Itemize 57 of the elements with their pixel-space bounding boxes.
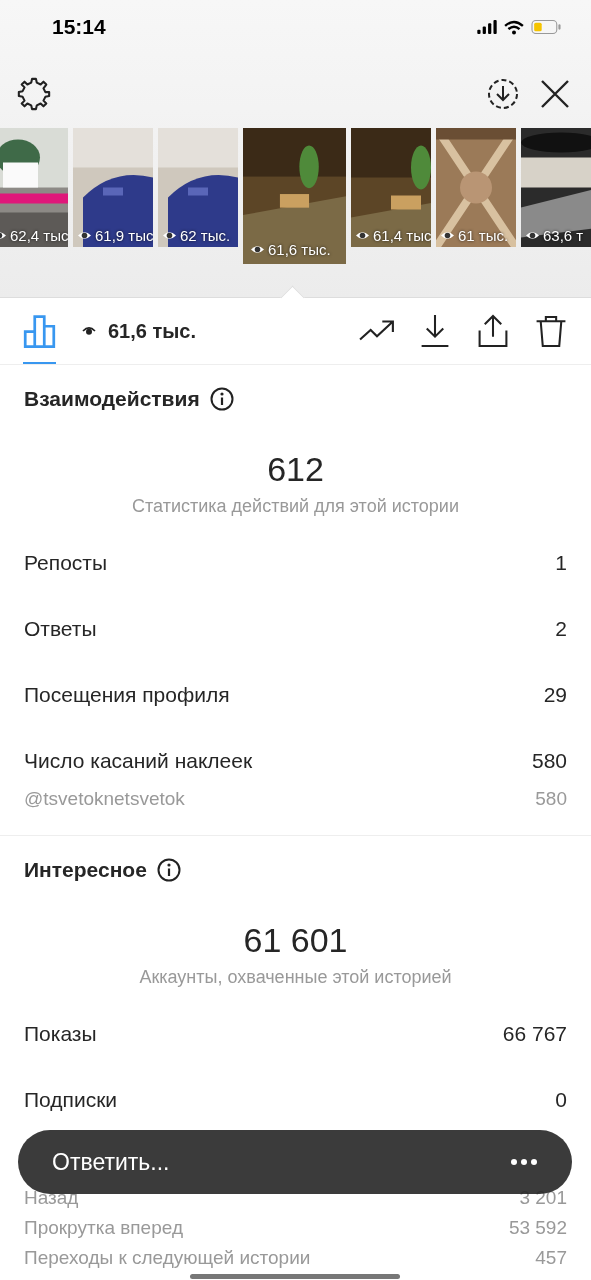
eye-icon	[440, 229, 455, 242]
metric-label: Прокрутка вперед	[24, 1217, 183, 1239]
clock-time: 15:14	[52, 15, 106, 39]
wifi-icon	[504, 19, 524, 35]
metric-value: 0	[555, 1088, 567, 1112]
story-thumbnail[interactable]: 62 тыс.	[158, 128, 238, 247]
signal-icon	[477, 20, 497, 34]
total-caption: Статистика действий для этой истории	[131, 495, 460, 517]
metric-value: 1	[555, 551, 567, 575]
metric-value: 2	[555, 617, 567, 641]
settings-icon[interactable]	[16, 76, 52, 112]
bar-chart-icon[interactable]	[23, 314, 56, 348]
metric-label: Число касаний наклеек	[24, 749, 253, 773]
close-icon[interactable]	[539, 78, 571, 110]
eye-icon	[82, 325, 96, 337]
total-count: 612	[266, 449, 325, 489]
total-caption: Аккаунты, охваченные этой историей	[138, 966, 453, 988]
view-count: 62 тыс.	[180, 227, 231, 244]
metric-label: Репосты	[24, 551, 108, 575]
story-thumbnail[interactable]: 61,4 тыс	[351, 128, 431, 247]
info-icon[interactable]	[209, 387, 234, 411]
story-thumbnail[interactable]: 61 тыс.	[436, 128, 516, 247]
metric-value: 457	[535, 1247, 567, 1269]
view-count: 61,6 тыс.	[268, 241, 331, 258]
story-thumbnail[interactable]: 62,4 тыс	[0, 128, 68, 247]
view-count: 61,4 тыс	[373, 227, 431, 244]
metric-label: Переходы к следующей истории	[24, 1247, 311, 1269]
download-icon[interactable]	[487, 78, 519, 110]
metric-value: 580	[535, 788, 567, 810]
metric-value: 580	[531, 749, 567, 773]
section-title: Взаимодействия	[24, 387, 200, 411]
metric-label: Посещения профиля	[24, 683, 230, 707]
metric-value: 29	[543, 683, 567, 707]
metric-label: Показы	[24, 1022, 97, 1046]
story-thumbnail[interactable]: 63,6 т	[521, 128, 591, 247]
metric-label: Подписки	[24, 1088, 118, 1112]
more-icon[interactable]	[510, 1158, 538, 1166]
eye-icon	[77, 229, 92, 242]
metric-value: 53 592	[508, 1217, 567, 1239]
story-thumbnail[interactable]: 61,6 тыс.	[243, 128, 346, 264]
eye-icon	[162, 229, 177, 242]
view-count: 63,6 т	[543, 227, 584, 244]
metric-label: Ответы	[24, 617, 97, 641]
info-icon[interactable]	[156, 858, 181, 882]
eye-icon	[525, 229, 540, 242]
eye-icon	[250, 243, 265, 256]
view-count: 61,9 тыс	[95, 227, 153, 244]
story-thumbnail[interactable]: 61,9 тыс	[73, 128, 153, 247]
metric-value: 66 767	[502, 1022, 567, 1046]
metric-label: @tsvetoknetsvetok	[24, 788, 185, 810]
section-title: Интересное	[24, 858, 147, 882]
total-count: 61 601	[242, 920, 349, 960]
view-count: 62,4 тыс	[10, 227, 68, 244]
eye-icon	[355, 229, 370, 242]
view-count: 61 тыс.	[458, 227, 509, 244]
view-count: 61,6 тыс.	[108, 319, 197, 343]
battery-icon	[531, 20, 561, 34]
